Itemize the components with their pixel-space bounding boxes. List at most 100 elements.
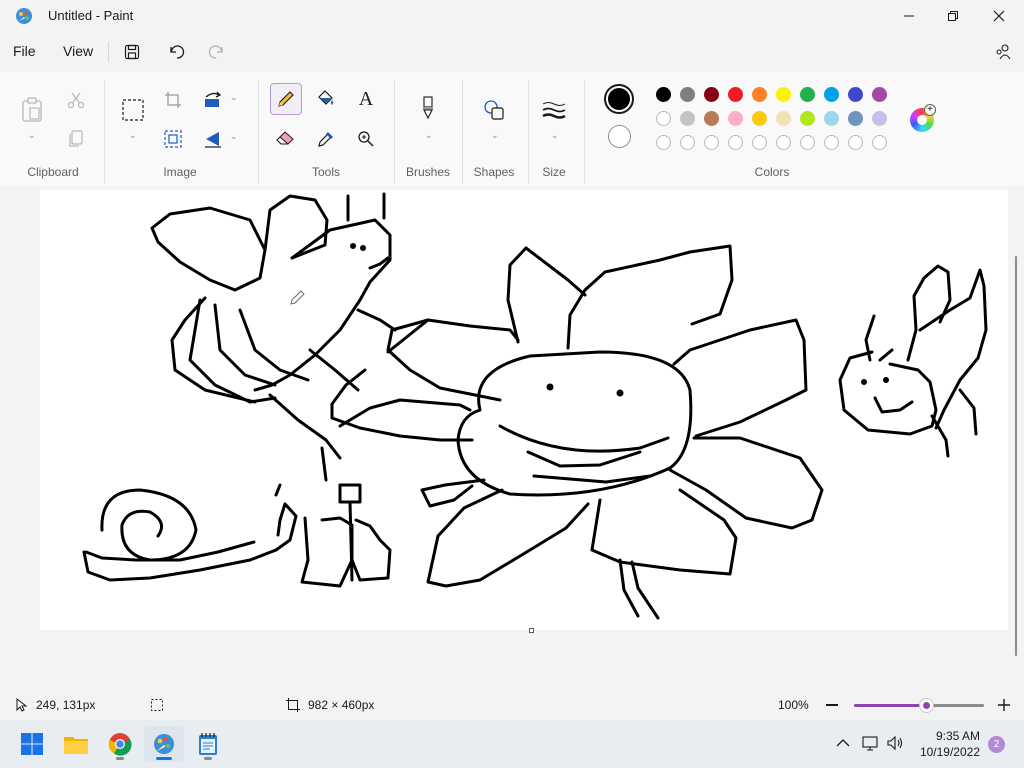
- crop-button[interactable]: [157, 84, 189, 116]
- brush-icon: [423, 96, 433, 120]
- palette-color-swatch[interactable]: [728, 111, 743, 126]
- brushes-dropdown-chevron-icon[interactable]: ⌄: [425, 130, 433, 141]
- select-button[interactable]: [117, 94, 149, 126]
- palette-color-swatch[interactable]: [848, 111, 863, 126]
- palette-color-swatch[interactable]: [848, 87, 863, 102]
- notification-badge[interactable]: 2: [988, 736, 1005, 753]
- custom-color-slot[interactable]: [776, 135, 791, 150]
- redo-button[interactable]: [204, 40, 228, 64]
- palette-color-swatch[interactable]: [680, 87, 695, 102]
- custom-color-slot[interactable]: [656, 135, 671, 150]
- volume-icon[interactable]: [886, 735, 904, 751]
- palette-color-swatch[interactable]: [824, 87, 839, 102]
- network-icon[interactable]: [862, 735, 880, 751]
- paint-taskbar-button[interactable]: [144, 726, 184, 762]
- pencil-tool-button[interactable]: [270, 83, 302, 115]
- custom-color-slot[interactable]: [848, 135, 863, 150]
- custom-color-slot[interactable]: [680, 135, 695, 150]
- account-button[interactable]: [992, 40, 1016, 64]
- palette-color-swatch[interactable]: [656, 111, 671, 126]
- zoom-slider[interactable]: [854, 699, 984, 712]
- drawing-canvas[interactable]: [40, 190, 1008, 630]
- custom-color-slot[interactable]: [752, 135, 767, 150]
- custom-color-slot[interactable]: [800, 135, 815, 150]
- shapes-dropdown-chevron-icon[interactable]: ⌄: [491, 130, 499, 141]
- menu-bar: File View: [0, 36, 1024, 68]
- select-dropdown-chevron-icon[interactable]: ⌄: [129, 130, 137, 141]
- zoom-out-button[interactable]: [826, 704, 838, 706]
- palette-color-swatch[interactable]: [680, 111, 695, 126]
- rotate-button[interactable]: [197, 84, 229, 116]
- minimize-button[interactable]: [886, 0, 932, 32]
- resize-button[interactable]: [157, 123, 189, 155]
- ribbon-divider: [394, 80, 395, 184]
- save-button[interactable]: [120, 40, 144, 64]
- zoom-level[interactable]: 100%: [778, 698, 809, 712]
- paste-icon: [22, 97, 42, 122]
- canvas-resize-handle[interactable]: [529, 628, 534, 633]
- custom-color-slot[interactable]: [704, 135, 719, 150]
- size-dropdown-chevron-icon[interactable]: ⌄: [551, 130, 559, 141]
- edit-colors-button[interactable]: +: [910, 104, 936, 132]
- custom-color-slot[interactable]: [728, 135, 743, 150]
- paint-icon: [154, 734, 174, 754]
- primary-color-button[interactable]: [604, 84, 634, 114]
- show-hidden-icons-chevron-icon[interactable]: [836, 738, 850, 748]
- scissors-icon: [67, 92, 85, 109]
- palette-color-swatch[interactable]: [824, 111, 839, 126]
- flip-dropdown-chevron-icon[interactable]: ⌄: [230, 131, 238, 142]
- secondary-color-swatch: [609, 126, 630, 147]
- shapes-button[interactable]: [478, 94, 510, 126]
- flip-button[interactable]: [197, 123, 229, 155]
- flip-icon: [205, 132, 221, 148]
- size-button[interactable]: [538, 94, 570, 126]
- eraser-tool-button[interactable]: [270, 123, 302, 155]
- palette-color-swatch[interactable]: [776, 87, 791, 102]
- zoom-slider-thumb[interactable]: [920, 699, 933, 712]
- pencil-cursor-icon: [289, 288, 307, 309]
- palette-color-swatch[interactable]: [800, 111, 815, 126]
- color-picker-tool-button[interactable]: [310, 123, 342, 155]
- palette-color-swatch[interactable]: [752, 87, 767, 102]
- start-button[interactable]: [12, 726, 52, 762]
- palette-color-swatch[interactable]: [704, 87, 719, 102]
- palette-color-swatch[interactable]: [776, 111, 791, 126]
- palette-color-swatch[interactable]: [656, 87, 671, 102]
- magnifier-tool-button[interactable]: [350, 123, 382, 155]
- paste-dropdown-chevron-icon[interactable]: ⌄: [28, 130, 36, 141]
- palette-color-swatch[interactable]: [752, 111, 767, 126]
- minimize-icon: [904, 15, 914, 17]
- undo-button[interactable]: [165, 40, 189, 64]
- secondary-color-button[interactable]: [608, 125, 631, 148]
- palette-color-swatch[interactable]: [872, 87, 887, 102]
- copy-button[interactable]: [60, 123, 92, 155]
- notepad-taskbar-button[interactable]: [188, 726, 228, 762]
- custom-color-slot[interactable]: [872, 135, 887, 150]
- vertical-scrollbar[interactable]: [1015, 256, 1017, 656]
- paste-button[interactable]: [16, 94, 48, 126]
- custom-color-slot[interactable]: [824, 135, 839, 150]
- rotate-dropdown-chevron-icon[interactable]: ⌄: [230, 92, 238, 103]
- undo-icon: [170, 45, 185, 59]
- close-button[interactable]: [976, 0, 1022, 32]
- chrome-taskbar-button[interactable]: [100, 726, 140, 762]
- window-title: Untitled - Paint: [48, 8, 134, 23]
- brushes-button[interactable]: [412, 92, 444, 124]
- eraser-icon: [276, 131, 294, 145]
- canvas-workspace[interactable]: [0, 186, 1024, 678]
- file-explorer-taskbar-button[interactable]: [56, 726, 96, 762]
- palette-color-swatch[interactable]: [872, 111, 887, 126]
- view-menu[interactable]: View: [63, 43, 93, 59]
- palette-color-swatch[interactable]: [704, 111, 719, 126]
- system-clock[interactable]: 9:35 AM 10/19/2022: [920, 728, 980, 760]
- fill-tool-button[interactable]: [310, 83, 342, 115]
- zoom-in-button[interactable]: [997, 698, 1011, 712]
- palette-color-swatch[interactable]: [728, 87, 743, 102]
- rectangle-select-icon: [122, 99, 144, 121]
- cut-button[interactable]: [60, 84, 92, 116]
- palette-color-swatch[interactable]: [800, 87, 815, 102]
- text-tool-button[interactable]: A: [350, 83, 382, 115]
- pencil-icon: [278, 91, 294, 107]
- file-menu[interactable]: File: [13, 43, 36, 59]
- maximize-button[interactable]: [930, 0, 976, 32]
